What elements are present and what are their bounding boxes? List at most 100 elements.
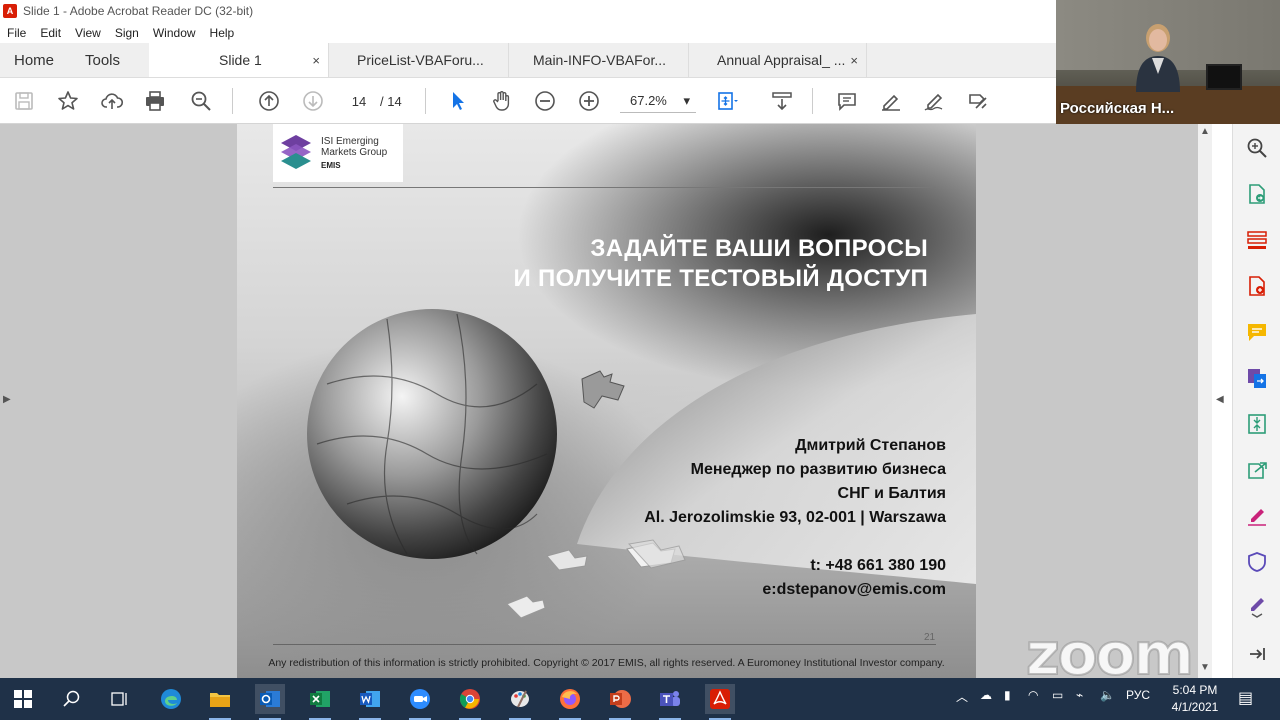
task-view-icon[interactable]: [105, 684, 135, 714]
zoom-search-icon[interactable]: [188, 88, 214, 114]
participant-video: [1136, 24, 1180, 92]
chevron-down-icon: ▾: [683, 92, 690, 108]
export-pdf-icon[interactable]: [1245, 182, 1269, 206]
notifications-icon[interactable]: ▤: [1238, 688, 1253, 708]
contact-role: Менеджер по развитию бизнеса: [690, 461, 946, 478]
fill-sign-icon[interactable]: [965, 88, 991, 114]
menu-view[interactable]: View: [75, 26, 101, 40]
chrome-icon[interactable]: [455, 684, 485, 720]
edge-browser-icon[interactable]: [156, 684, 186, 714]
clock-time: 5:04 PM: [1172, 683, 1218, 697]
contact-email: e:dstepanov@emis.com: [762, 581, 946, 598]
zoom-in-icon[interactable]: [576, 88, 602, 114]
windows-start-icon[interactable]: [8, 684, 38, 714]
fit-page-icon[interactable]: [714, 88, 740, 114]
window-title: Slide 1 - Adobe Acrobat Reader DC (32-bi…: [23, 4, 254, 18]
doc-tab-annual-appraisal[interactable]: Annual Appraisal_ ... ×: [689, 43, 867, 77]
page-total: / 14: [380, 94, 402, 109]
menu-file[interactable]: File: [7, 26, 26, 40]
send-for-review-icon[interactable]: [1245, 458, 1269, 482]
contact-name: Дмитрий Степанов: [795, 437, 946, 454]
zoom-app-icon[interactable]: [405, 684, 435, 720]
logo-line2: Markets Group: [321, 146, 388, 158]
language-indicator[interactable]: РУС: [1126, 688, 1150, 702]
doc-tab-pricelist[interactable]: PriceList-VBAForu...: [329, 43, 509, 77]
toolbar-separator: [232, 88, 233, 114]
layers-logo-icon: [281, 135, 311, 169]
firefox-icon[interactable]: [555, 684, 585, 720]
onedrive-icon[interactable]: ☁: [980, 688, 992, 702]
menu-sign[interactable]: Sign: [115, 26, 139, 40]
doc-tab-label: Annual Appraisal_ ...: [717, 52, 846, 68]
page-number-input[interactable]: [344, 89, 374, 113]
more-tools-icon[interactable]: [1245, 594, 1269, 618]
organize-pages-icon[interactable]: [1245, 228, 1269, 252]
outlook-icon[interactable]: [255, 684, 285, 720]
pdf-page: ISI Emerging Markets Group EMIS ЗАДАЙТЕ …: [237, 124, 976, 678]
show-hidden-icons-icon[interactable]: ︿: [956, 688, 968, 705]
tab-home[interactable]: Home: [0, 43, 85, 77]
bookmark-star-icon[interactable]: [55, 88, 81, 114]
comment-icon[interactable]: [834, 88, 860, 114]
paint-icon[interactable]: [505, 684, 535, 720]
vertical-scrollbar[interactable]: [1198, 124, 1212, 678]
system-clock[interactable]: 5:04 PM 4/1/2021: [1160, 682, 1230, 716]
close-icon[interactable]: ×: [312, 53, 320, 68]
contact-region: СНГ и Балтия: [837, 485, 946, 502]
file-explorer-icon[interactable]: [205, 684, 235, 720]
next-page-icon[interactable]: [300, 88, 326, 114]
right-pane-toggle-icon[interactable]: ◀: [1216, 394, 1224, 405]
highlight-pen-icon[interactable]: [878, 88, 904, 114]
protect-shield-icon[interactable]: [1245, 550, 1269, 574]
contact-address: Al. Jerozolimskie 93, 02-001 | Warszawa: [644, 509, 946, 526]
collapse-pane-icon[interactable]: [1245, 642, 1269, 666]
select-cursor-icon[interactable]: [445, 88, 471, 114]
teams-icon[interactable]: [655, 684, 685, 720]
participant-name: Российская Н...: [1060, 100, 1175, 117]
word-icon[interactable]: [355, 684, 385, 720]
save-icon[interactable]: [11, 88, 37, 114]
combine-files-icon[interactable]: [1245, 366, 1269, 390]
scroll-down-icon[interactable]: ▼: [1200, 662, 1210, 673]
volume-icon[interactable]: 🔈: [1100, 688, 1115, 702]
zoom-out-icon[interactable]: [532, 88, 558, 114]
toolbar-separator: [425, 88, 426, 114]
slide-page-number: 21: [924, 632, 936, 643]
draw-sign-icon[interactable]: [921, 88, 947, 114]
comment-tool-icon[interactable]: [1245, 320, 1269, 344]
tab-tools[interactable]: Tools: [85, 43, 149, 77]
logo-text: ISI Emerging Markets Group EMIS: [321, 136, 387, 171]
search-icon[interactable]: [57, 684, 87, 714]
menu-edit[interactable]: Edit: [40, 26, 61, 40]
video-tile[interactable]: Российская Н...: [1056, 0, 1280, 124]
slide-divider: [273, 187, 936, 188]
network-icon[interactable]: ⌁: [1076, 688, 1083, 702]
scroll-up-icon[interactable]: ▲: [1200, 126, 1210, 137]
search-icon[interactable]: [1245, 136, 1269, 160]
acrobat-icon: A: [3, 4, 17, 18]
menu-help[interactable]: Help: [210, 26, 235, 40]
wifi-icon[interactable]: ◠: [1028, 688, 1038, 702]
print-icon[interactable]: [142, 88, 168, 114]
title-bar: A Slide 1 - Adobe Acrobat Reader DC (32-…: [0, 0, 1056, 22]
left-pane-toggle-icon[interactable]: ▶: [3, 394, 11, 405]
close-icon[interactable]: ×: [850, 53, 858, 68]
create-pdf-icon[interactable]: [1245, 274, 1269, 298]
zoom-level: 67.2%: [630, 93, 667, 108]
usb-device-icon[interactable]: ▮: [1004, 688, 1011, 702]
doc-tab-slide1[interactable]: Slide 1 ×: [149, 43, 329, 77]
zoom-dropdown[interactable]: 67.2% ▾: [620, 89, 696, 113]
battery-icon[interactable]: ▭: [1052, 688, 1063, 702]
compress-icon[interactable]: [1245, 412, 1269, 436]
upload-cloud-icon[interactable]: [99, 88, 125, 114]
scrolling-mode-icon[interactable]: [769, 88, 795, 114]
logo-line1: ISI Emerging: [321, 135, 379, 147]
doc-tab-main-info[interactable]: Main-INFO-VBAFor...: [509, 43, 689, 77]
excel-icon[interactable]: [305, 684, 335, 720]
menu-window[interactable]: Window: [153, 26, 196, 40]
hand-tool-icon[interactable]: [489, 88, 515, 114]
previous-page-icon[interactable]: [256, 88, 282, 114]
fill-and-sign-icon[interactable]: [1245, 504, 1269, 528]
acrobat-reader-icon[interactable]: [705, 684, 735, 720]
powerpoint-icon[interactable]: [605, 684, 635, 720]
